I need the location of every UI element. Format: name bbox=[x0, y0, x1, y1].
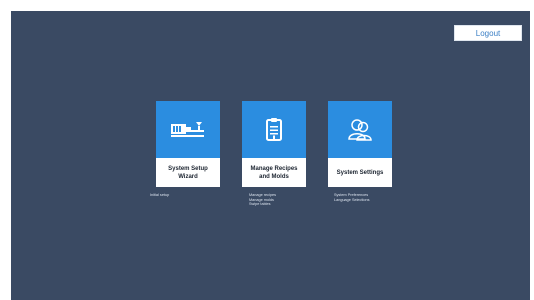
tile-title-line1: Manage Recipes bbox=[250, 165, 298, 172]
main-screen: Logout System Setup Wizard Manage Recipe… bbox=[11, 11, 530, 300]
clipboard-icon bbox=[266, 117, 282, 141]
logout-button[interactable]: Logout bbox=[454, 25, 522, 41]
tile-icon-area bbox=[156, 101, 220, 158]
tile-title-line1: System Settings bbox=[336, 169, 384, 176]
tile-title-line1: System Setup bbox=[168, 165, 208, 172]
tile-description: Manage recipes Manage molds Swipe tables bbox=[249, 193, 276, 207]
tile-title-line2: Wizard bbox=[178, 173, 198, 180]
tile-description: Initial setup bbox=[150, 193, 169, 198]
tile-label: System Setup Wizard bbox=[156, 158, 220, 187]
description-item: System Preferences bbox=[334, 193, 369, 197]
tile-description: System Preferences Language Selections bbox=[334, 193, 369, 202]
description-item: Initial setup bbox=[150, 193, 170, 197]
tile-title-line2: and Molds bbox=[259, 173, 289, 180]
tile-icon-area bbox=[242, 101, 306, 158]
tile-label: Manage Recipes and Molds bbox=[242, 158, 306, 187]
description-item: Manage recipes bbox=[249, 193, 277, 197]
description-item: Language Selections bbox=[334, 197, 370, 202]
users-icon bbox=[348, 118, 372, 141]
machine-icon bbox=[171, 121, 204, 137]
tile-icon-area bbox=[328, 101, 392, 158]
tile-label: System Settings bbox=[328, 158, 392, 187]
description-item: Swipe tables bbox=[249, 202, 271, 207]
manage-recipes-and-molds-tile[interactable]: Manage Recipes and Molds bbox=[242, 101, 306, 187]
system-settings-tile[interactable]: System Settings bbox=[328, 101, 392, 187]
system-setup-wizard-tile[interactable]: System Setup Wizard bbox=[156, 101, 220, 187]
